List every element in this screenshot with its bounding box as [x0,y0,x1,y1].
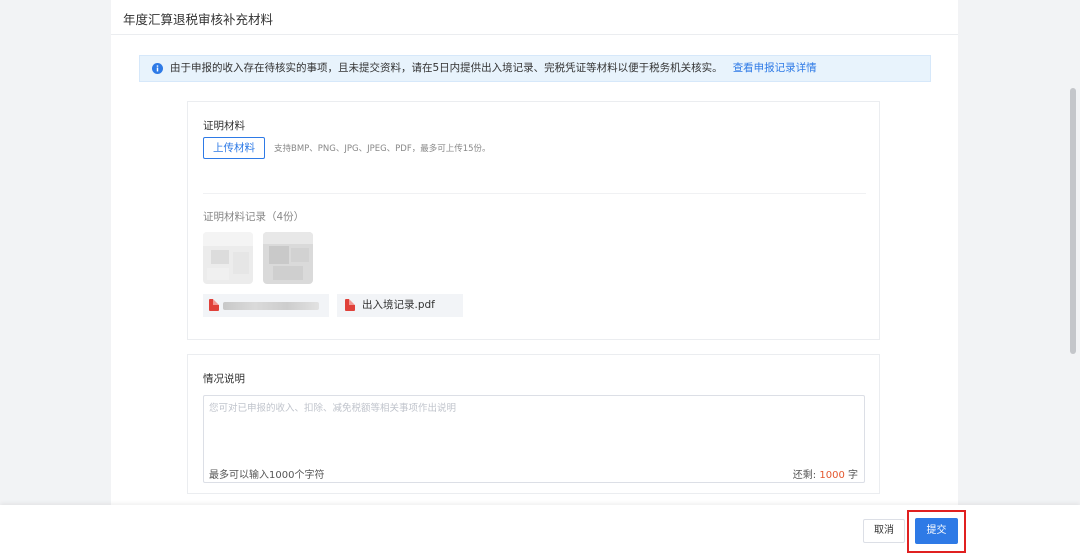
pdf-icon [209,299,219,311]
section-divider [203,193,866,194]
remaining-count: 还剩: 1000 字 [792,470,858,481]
notice-text: 由于申报的收入存在待核实的事项，且未提交资料，请在5日内提供出入境记录、完税凭证… [170,62,723,74]
proof-materials-section: 证明材料 上传材料 支持BMP、PNG、JPG、JPEG、PDF，最多可上传15… [187,101,880,340]
pdf-icon [345,299,355,311]
explanation-section: 情况说明 您可对已申报的收入、扣除、减免税额等相关事项作出说明 最多可以输入10… [187,354,880,494]
file-chip[interactable] [203,294,329,317]
info-icon [152,63,163,74]
page-title: 年度汇算退税审核补充材料 [123,12,274,27]
title-divider [111,34,958,35]
upload-materials-button[interactable]: 上传材料 [203,137,265,159]
char-limit-text: 最多可以输入1000个字符 [209,470,325,481]
proof-materials-label: 证明材料 [203,120,245,132]
explanation-label: 情况说明 [203,373,245,385]
record-thumbnail[interactable] [263,232,313,284]
cancel-button[interactable]: 取消 [863,519,905,543]
view-declaration-details-link[interactable]: 查看申报记录详情 [733,62,817,74]
explanation-textarea[interactable]: 您可对已申报的收入、扣除、减免税额等相关事项作出说明 最多可以输入1000个字符… [203,395,865,483]
file-name: 出入境记录.pdf [362,299,435,311]
main-card: 年度汇算退税审核补充材料 由于申报的收入存在待核实的事项，且未提交资料，请在5日… [111,0,958,510]
upload-hint: 支持BMP、PNG、JPG、JPEG、PDF，最多可上传15份。 [274,144,491,154]
records-label: 证明材料记录（4份） [203,211,305,223]
file-chip[interactable]: 出入境记录.pdf [337,294,463,317]
textarea-placeholder: 您可对已申报的收入、扣除、减免税额等相关事项作出说明 [209,403,457,414]
record-thumbnail[interactable] [203,232,253,284]
scrollbar[interactable] [1066,0,1080,505]
notice-banner: 由于申报的收入存在待核实的事项，且未提交资料，请在5日内提供出入境记录、完税凭证… [139,55,931,82]
scrollbar-thumb[interactable] [1070,88,1076,354]
submit-button[interactable]: 提交 [915,518,958,544]
file-name-redacted [223,302,319,310]
footer-bar: 取消 提交 [0,505,1080,557]
